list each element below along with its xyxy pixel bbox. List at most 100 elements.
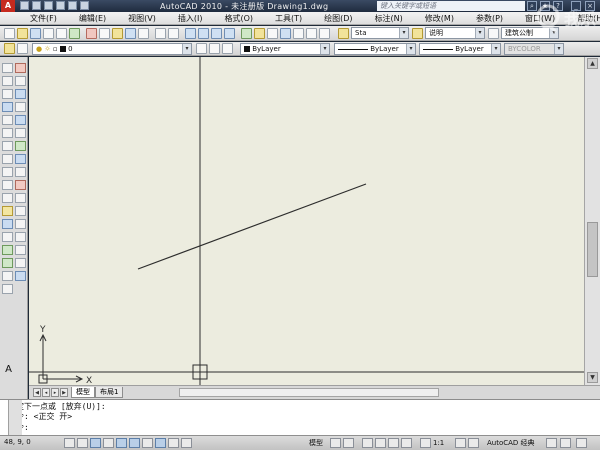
steering-wheel-icon[interactable]	[388, 438, 399, 448]
rectangle-icon[interactable]	[2, 115, 13, 125]
linetype-dropdown[interactable]: ByLayer ▾	[334, 43, 416, 55]
annotation-scale-value[interactable]: 1:1	[433, 438, 444, 448]
annotation-scale-icon[interactable]	[420, 438, 431, 448]
hatch-icon[interactable]	[2, 245, 13, 255]
scroll-up-icon[interactable]: ▲	[587, 58, 598, 69]
lineweight-dropdown[interactable]: ByLayer ▾	[419, 43, 501, 55]
tab-last-icon[interactable]: ▶	[60, 388, 68, 397]
tab-layout1[interactable]: 布局1	[95, 387, 124, 398]
insert-block-icon[interactable]	[2, 206, 13, 216]
quick-view-drawings-icon[interactable]	[343, 438, 354, 448]
region-icon[interactable]	[2, 271, 13, 281]
search-input[interactable]: 键入关键字或短语	[377, 1, 525, 11]
publish-icon[interactable]	[69, 28, 80, 39]
menu-modify[interactable]: 修改(M)	[425, 13, 454, 24]
copy-icon[interactable]	[99, 28, 110, 39]
trim-icon[interactable]	[15, 180, 26, 190]
construction-line-icon[interactable]	[2, 76, 13, 86]
sheet-set-icon[interactable]	[280, 28, 291, 39]
polygon-icon[interactable]	[2, 102, 13, 112]
plot-icon[interactable]	[80, 1, 89, 10]
break-at-point-icon[interactable]	[15, 206, 26, 216]
new-icon[interactable]	[20, 1, 29, 10]
extend-icon[interactable]	[15, 193, 26, 203]
undo-arrow-icon[interactable]	[155, 28, 166, 39]
tab-next-icon[interactable]: ▸	[51, 388, 59, 397]
zoom-realtime-icon[interactable]	[198, 28, 209, 39]
snap-mode-icon[interactable]	[64, 438, 75, 448]
annotation-visibility-icon[interactable]	[455, 438, 466, 448]
break-icon[interactable]	[15, 219, 26, 229]
color-dropdown[interactable]: ByLayer ▾	[240, 43, 330, 55]
zoom-window-icon[interactable]	[211, 28, 222, 39]
markup-icon[interactable]	[293, 28, 304, 39]
multileader-style-icon[interactable]	[412, 28, 423, 39]
open-file-icon[interactable]	[17, 28, 28, 39]
dim-style-icon[interactable]	[488, 28, 499, 39]
paste-icon[interactable]	[112, 28, 123, 39]
polar-tracking-icon[interactable]	[103, 438, 114, 448]
circle-icon[interactable]	[2, 141, 13, 151]
pan-icon[interactable]	[185, 28, 196, 39]
grid-display-icon[interactable]	[77, 438, 88, 448]
table-icon[interactable]	[2, 284, 13, 294]
quick-properties-icon[interactable]	[181, 438, 192, 448]
move-icon[interactable]	[15, 128, 26, 138]
status-menu-icon[interactable]	[576, 438, 587, 448]
rotate-icon[interactable]	[15, 141, 26, 151]
lock-ui-icon[interactable]	[546, 438, 557, 448]
ellipse-icon[interactable]	[2, 180, 13, 190]
menu-tools[interactable]: 工具(T)	[275, 13, 302, 24]
ortho-mode-icon[interactable]	[90, 438, 101, 448]
menu-draw[interactable]: 绘图(D)	[324, 13, 352, 24]
copy-object-icon[interactable]	[15, 76, 26, 86]
tab-first-icon[interactable]: ◀	[33, 388, 41, 397]
plot-preview-icon[interactable]	[56, 28, 67, 39]
offset-icon[interactable]	[15, 102, 26, 112]
match-properties-icon[interactable]	[125, 28, 136, 39]
model-space-label[interactable]: 模型	[309, 438, 323, 448]
save-file-icon[interactable]	[30, 28, 41, 39]
tab-prev-icon[interactable]: ◂	[42, 388, 50, 397]
dynamic-input-icon[interactable]	[155, 438, 166, 448]
layer-state-icon[interactable]	[17, 43, 28, 54]
point-icon[interactable]	[2, 232, 13, 242]
redo-icon[interactable]	[68, 1, 77, 10]
array-icon[interactable]	[15, 115, 26, 125]
mirror-icon[interactable]	[15, 89, 26, 99]
zoom-status-icon[interactable]	[375, 438, 386, 448]
command-scrollbar[interactable]	[8, 400, 22, 436]
explode-icon[interactable]	[15, 271, 26, 281]
lineweight-toggle-icon[interactable]	[168, 438, 179, 448]
drawn-line[interactable]	[137, 183, 367, 270]
object-snap-icon[interactable]	[116, 438, 127, 448]
scroll-thumb[interactable]	[587, 222, 598, 277]
gradient-icon[interactable]	[2, 258, 13, 268]
make-block-icon[interactable]	[2, 219, 13, 229]
plotstyle-dropdown[interactable]: BYCOLOR ▾	[504, 43, 564, 55]
pan-status-icon[interactable]	[362, 438, 373, 448]
menu-insert[interactable]: 插入(I)	[178, 13, 203, 24]
print-icon[interactable]	[43, 28, 54, 39]
layer-previous-icon[interactable]	[209, 43, 220, 54]
clean-screen-icon[interactable]	[560, 438, 571, 448]
layer-manager-icon[interactable]	[4, 43, 15, 54]
menu-edit[interactable]: 编辑(E)	[79, 13, 106, 24]
line-tool-icon[interactable]	[2, 63, 13, 73]
menu-parametric[interactable]: 参数(P)	[476, 13, 503, 24]
properties-icon[interactable]	[241, 28, 252, 39]
menu-view[interactable]: 视图(V)	[128, 13, 156, 24]
redo-arrow-icon[interactable]	[168, 28, 179, 39]
quick-view-layouts-icon[interactable]	[330, 438, 341, 448]
menu-file[interactable]: 文件(F)	[30, 13, 57, 24]
layer-dropdown[interactable]: ● ☼ ▫ 0 ▾	[32, 43, 192, 55]
erase-icon[interactable]	[15, 63, 26, 73]
help-toolbar-icon[interactable]	[319, 28, 330, 39]
scale-icon[interactable]	[15, 154, 26, 164]
design-center-icon[interactable]	[254, 28, 265, 39]
spline-icon[interactable]	[2, 167, 13, 177]
tab-model[interactable]: 模型	[71, 387, 95, 398]
ellipse-arc-icon[interactable]	[2, 193, 13, 203]
dynamic-ucs-icon[interactable]	[142, 438, 153, 448]
arc-icon[interactable]	[2, 128, 13, 138]
